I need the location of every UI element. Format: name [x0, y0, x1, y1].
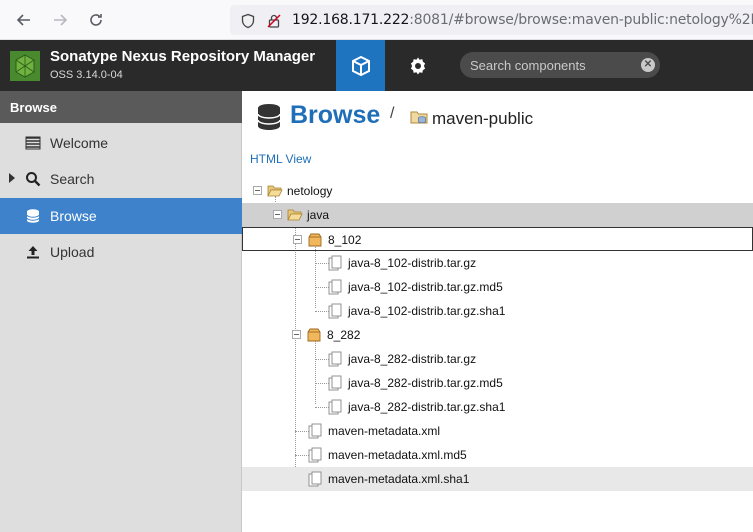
file-icon — [328, 255, 342, 271]
collapse-toggle-icon[interactable] — [293, 235, 302, 244]
sidebar-item-label: Search — [50, 171, 95, 187]
breadcrumb-separator: / — [390, 105, 395, 122]
address-bar[interactable]: 192.168.171.222:8081/#browse/browse:mave… — [230, 5, 753, 35]
file-icon — [328, 351, 342, 367]
tree-node-component[interactable]: 8_102 — [242, 227, 753, 251]
sidebar-item-label: Browse — [50, 208, 97, 224]
tree-node-label: java-8_282-distrib.tar.gz.md5 — [348, 376, 503, 390]
url-host: 192.168.171.222 — [292, 12, 410, 28]
collapse-toggle-icon[interactable] — [273, 210, 282, 219]
sidebar-item-upload[interactable]: Upload — [0, 234, 242, 270]
component-search: ✕ — [460, 52, 660, 78]
tree-node-label: maven-metadata.xml.md5 — [328, 448, 467, 462]
tree-node-folder[interactable]: netology — [242, 179, 753, 203]
reload-icon[interactable] — [84, 8, 108, 32]
browser-toolbar: 192.168.171.222:8081/#browse/browse:mave… — [0, 0, 753, 40]
tree-node-label: maven-metadata.xml — [328, 424, 441, 438]
app-version: OSS 3.14.0-04 — [50, 69, 123, 81]
shield-icon[interactable] — [240, 13, 256, 29]
sidebar-header: Browse — [0, 91, 242, 123]
tree-node-label: 8_282 — [327, 328, 361, 342]
cube-icon — [351, 55, 370, 76]
nexus-logo[interactable] — [10, 51, 40, 81]
tree-node-label: 8_102 — [328, 233, 362, 247]
tree-node-label: java-8_102-distrib.tar.gz.md5 — [348, 280, 503, 294]
collapse-toggle-icon[interactable] — [292, 330, 301, 339]
file-icon — [328, 399, 342, 415]
tree-node-label: java-8_102-distrib.tar.gz.sha1 — [348, 304, 506, 318]
tree-node-label: java-8_282-distrib.tar.gz.sha1 — [348, 400, 506, 414]
folder-open-icon — [267, 185, 283, 197]
expand-arrow-icon[interactable] — [9, 173, 15, 183]
browse-mode-button[interactable] — [336, 40, 385, 91]
tree-node-file[interactable]: java-8_282-distrib.tar.gz.md5 — [242, 371, 753, 395]
tree-node-file[interactable]: java-8_102-distrib.tar.gz.md5 — [242, 275, 753, 299]
tree-node-file[interactable]: maven-metadata.xml.md5 — [242, 443, 753, 467]
gear-icon — [410, 57, 426, 74]
html-view-link[interactable]: HTML View — [250, 152, 311, 166]
back-arrow-icon[interactable] — [12, 8, 36, 32]
tree-node-file[interactable]: java-8_282-distrib.tar.gz.sha1 — [242, 395, 753, 419]
url-text[interactable]: 192.168.171.222:8081/#browse/browse:mave… — [292, 12, 753, 28]
admin-mode-button[interactable] — [394, 40, 442, 91]
upload-icon — [27, 246, 39, 259]
search-icon — [26, 172, 41, 187]
sidebar-item-welcome[interactable]: Welcome — [0, 125, 242, 161]
welcome-icon — [25, 136, 41, 150]
database-icon — [257, 104, 281, 130]
forward-arrow-icon[interactable] — [48, 8, 72, 32]
app-title: Sonatype Nexus Repository Manager — [50, 48, 316, 65]
sidebar-item-label: Upload — [50, 244, 95, 260]
tree-node-file[interactable]: java-8_102-distrib.tar.gz.sha1 — [242, 299, 753, 323]
file-icon — [308, 447, 322, 463]
tree-node-file[interactable]: maven-metadata.xml.sha1 — [242, 467, 753, 491]
page-title: Browse — [290, 101, 381, 129]
component-package-icon — [308, 233, 322, 247]
repository-icon — [410, 111, 428, 124]
tree-node-label: java-8_282-distrib.tar.gz — [348, 352, 477, 366]
tree-node-file[interactable]: java-8_282-distrib.tar.gz — [242, 347, 753, 371]
component-package-icon — [307, 328, 321, 342]
tree-node-folder[interactable]: java — [242, 203, 753, 227]
tree-node-component[interactable]: 8_282 — [242, 323, 753, 347]
browse-tree: netology java 8_102 java-8_102-distrib.t… — [242, 179, 753, 532]
folder-open-icon — [287, 209, 303, 221]
tree-node-file[interactable]: java-8_102-distrib.tar.gz — [242, 251, 753, 275]
sidebar-item-browse[interactable]: Browse — [0, 198, 242, 234]
tree-node-label: netology — [287, 184, 333, 198]
file-icon — [308, 423, 322, 439]
clear-search-icon[interactable]: ✕ — [641, 58, 655, 72]
collapse-toggle-icon[interactable] — [253, 186, 262, 195]
file-icon — [328, 279, 342, 295]
insecure-lock-icon[interactable] — [266, 13, 282, 29]
file-icon — [328, 303, 342, 319]
tree-node-label: java-8_102-distrib.tar.gz — [348, 256, 477, 270]
url-path: :8081/#browse/browse:maven-public:netolo… — [409, 12, 753, 28]
breadcrumb-repository[interactable]: maven-public — [432, 109, 533, 129]
sidebar-item-label: Welcome — [50, 135, 109, 151]
tree-node-label: maven-metadata.xml.sha1 — [328, 472, 470, 486]
tree-node-label: java — [307, 208, 330, 222]
file-icon — [308, 471, 322, 487]
tree-node-file[interactable]: maven-metadata.xml — [242, 419, 753, 443]
database-icon — [26, 209, 40, 223]
sidebar-item-search[interactable]: Search — [0, 161, 242, 197]
main-panel: Browse / maven-public HTML View netology — [242, 91, 753, 532]
search-input[interactable] — [470, 52, 640, 78]
file-icon — [328, 375, 342, 391]
sidebar: Browse Welcome Search Browse Upload — [0, 91, 242, 532]
